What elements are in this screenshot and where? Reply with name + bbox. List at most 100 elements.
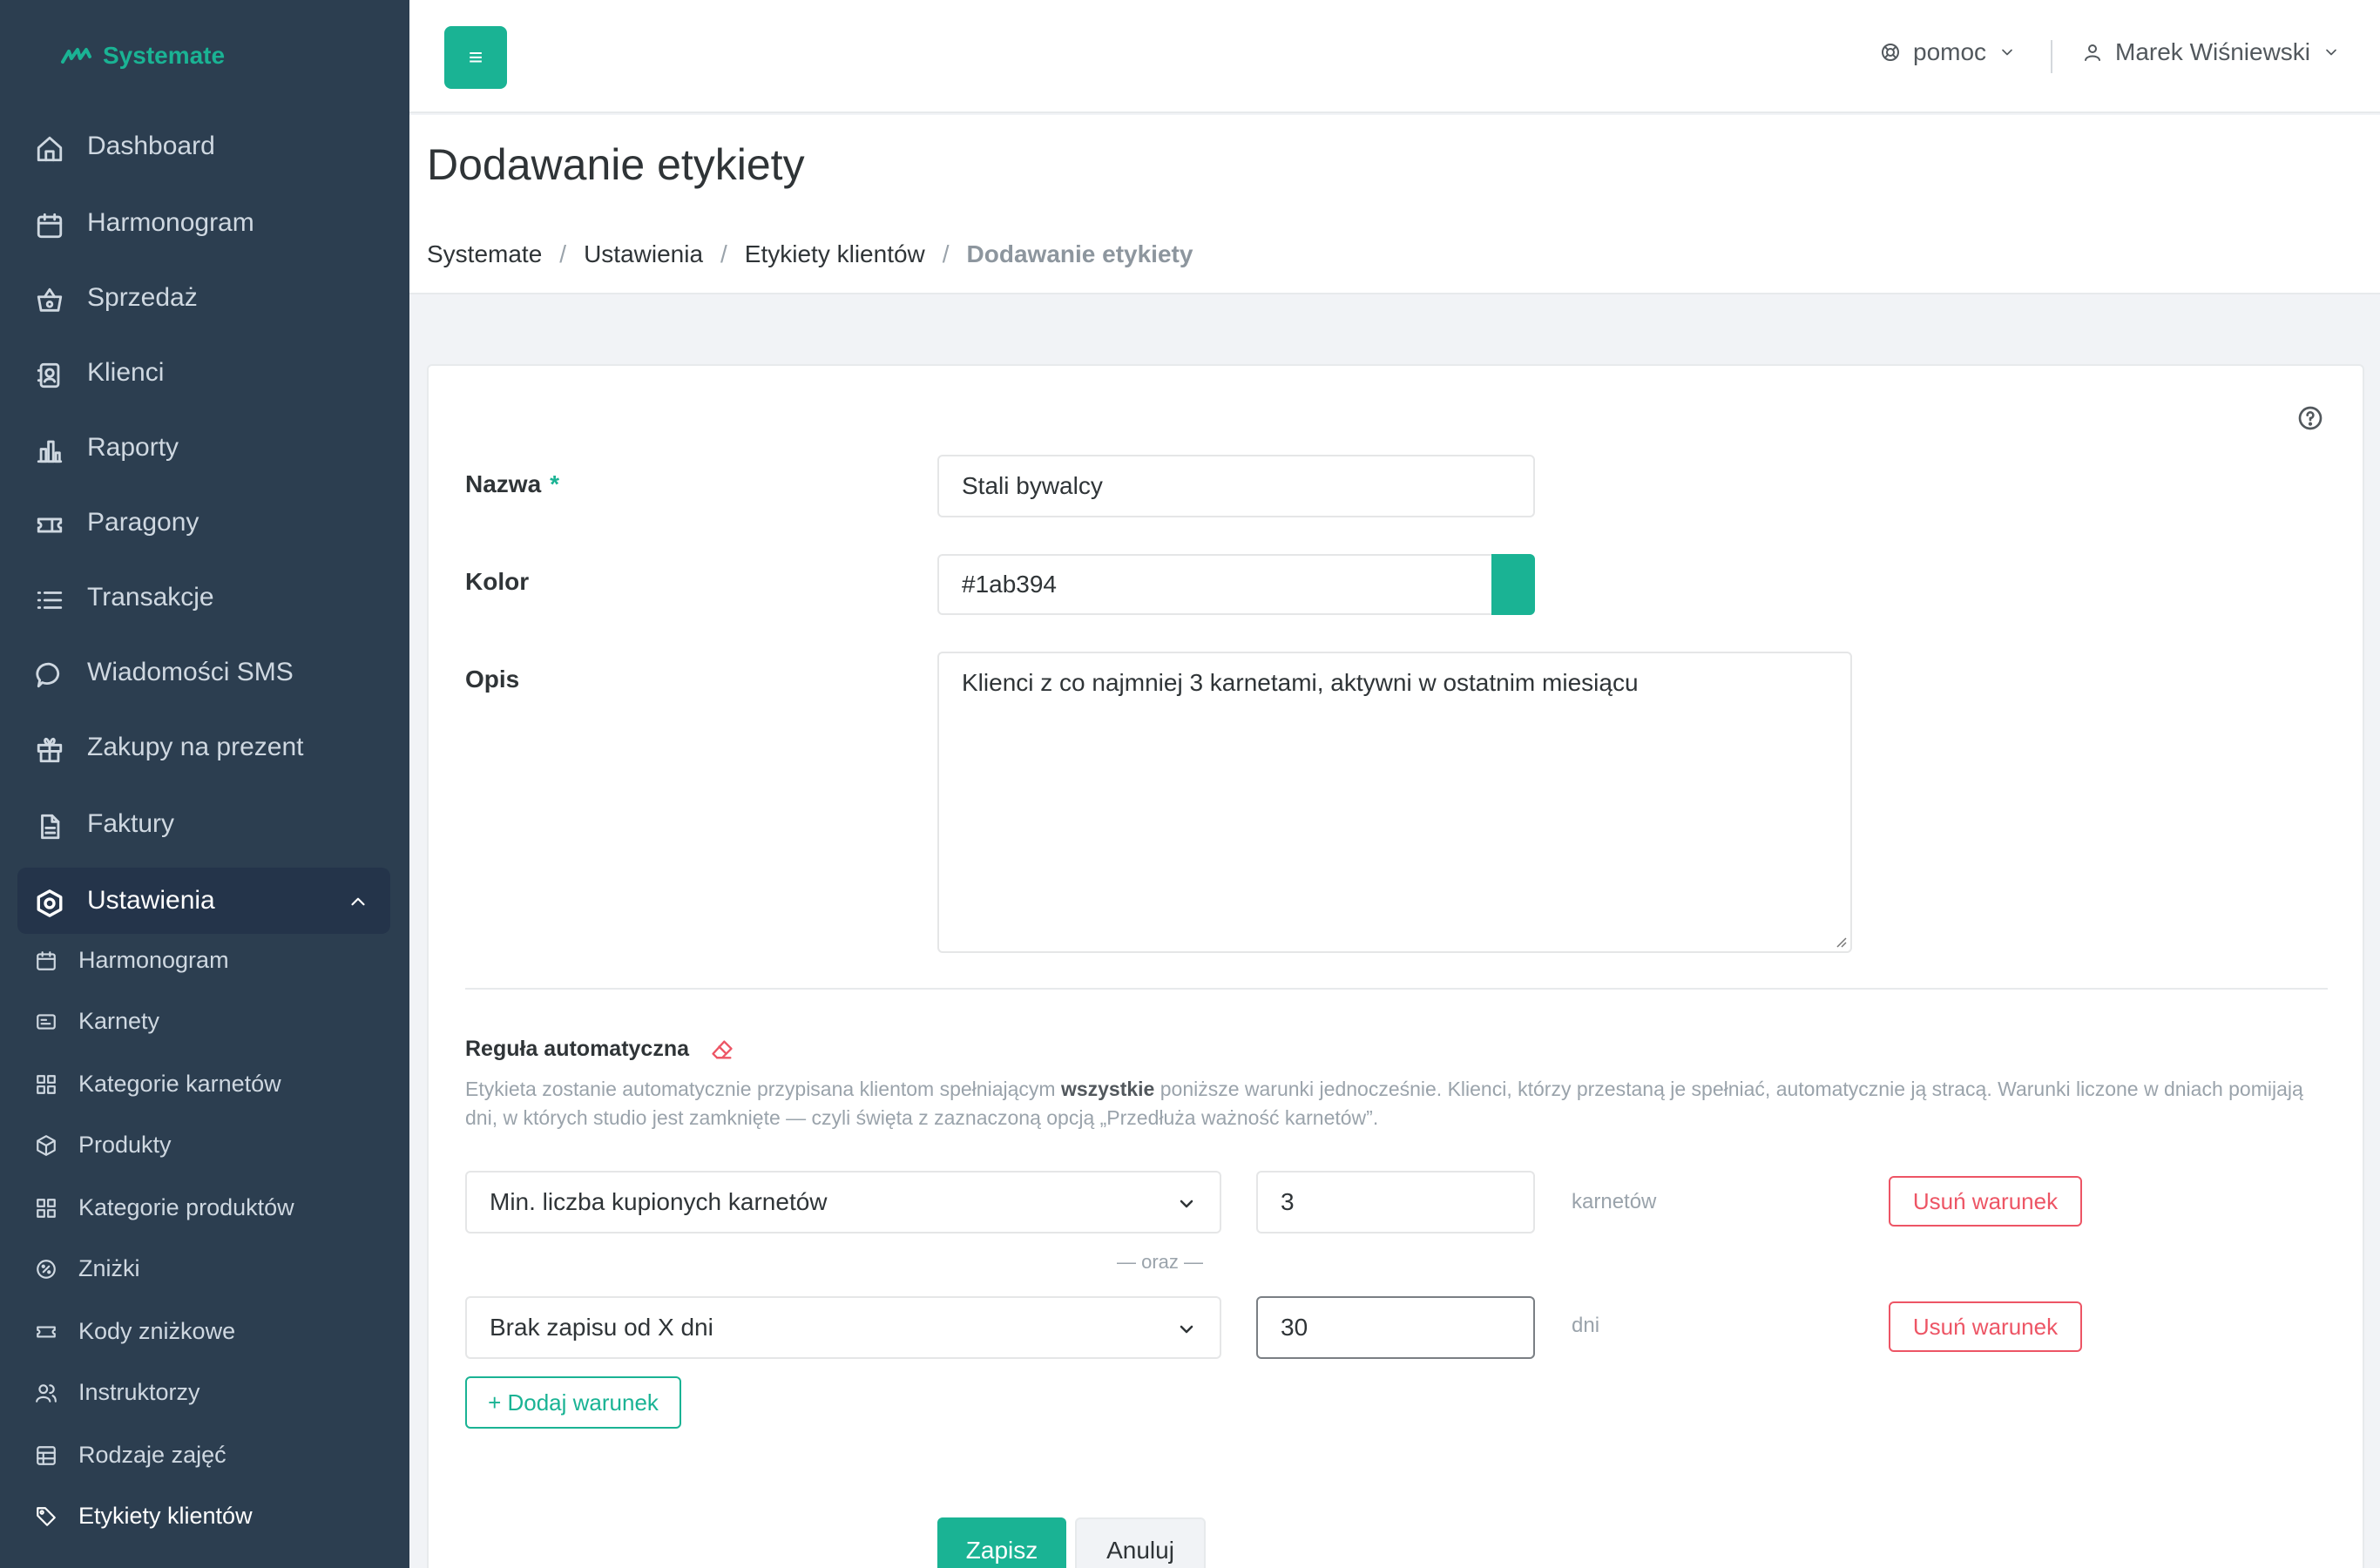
sidebar-item-prezent[interactable]: Zakupy na prezent: [17, 714, 390, 781]
document-icon: [41, 814, 60, 840]
description-textarea[interactable]: Klienci z co najmniej 3 karnetami, aktyw…: [937, 652, 1852, 953]
sidebar-subitem-label: Harmonogram: [78, 946, 229, 973]
cancel-button[interactable]: Anuluj: [1075, 1517, 1206, 1568]
breadcrumb-separator: /: [559, 240, 567, 267]
sidebar-subitem-label: Zniżki: [78, 1254, 140, 1281]
breadcrumb-link-ustawienia[interactable]: Ustawienia: [584, 240, 703, 268]
name-label: Nazwa *: [465, 470, 560, 497]
color-input[interactable]: #1ab394: [937, 554, 1493, 615]
grid-icon: [37, 1199, 56, 1218]
breadcrumb: Systemate / Ustawienia / Etykiety klient…: [427, 240, 1193, 268]
basket-icon: [37, 287, 63, 312]
sidebar-item-sprzedaz[interactable]: Sprzedaż: [17, 265, 390, 331]
help-circle-icon[interactable]: [2296, 404, 2324, 432]
condition-unit: dni: [1572, 1314, 1600, 1337]
sidebar-subitem-label: Instruktorzy: [78, 1378, 200, 1405]
save-button[interactable]: Zapisz: [937, 1517, 1066, 1568]
sidebar-subitem-kody-znizkowe[interactable]: Kody zniżkowe: [17, 1305, 390, 1357]
description-text: Klienci z co najmniej 3 karnetami, aktyw…: [962, 669, 1639, 696]
top-bar: ≡ pomoc Marek Wiśniewski: [409, 0, 2380, 113]
sidebar-subitem-kategorie-produktow[interactable]: Kategorie produktów: [17, 1181, 390, 1233]
grid-icon: [37, 1075, 56, 1094]
sidebar-subitem-rodzaje-zajec[interactable]: Rodzaje zajęć: [17, 1429, 390, 1481]
sidebar-item-label: Klienci: [87, 358, 165, 387]
sidebar-item-label: Wiadomości SMS: [87, 658, 294, 686]
sidebar-subitem-znizki[interactable]: Zniżki: [17, 1242, 390, 1294]
sidebar-item-label: Transakcje: [87, 583, 214, 612]
bar-chart-icon: [37, 440, 63, 463]
gift-icon: [37, 737, 63, 763]
help-menu[interactable]: pomoc: [1880, 38, 2016, 66]
resize-handle-icon[interactable]: [1833, 934, 1847, 948]
sidebar-item-ustawienia[interactable]: Ustawienia: [17, 868, 390, 934]
remove-condition-button[interactable]: Usuń warunek: [1889, 1176, 2082, 1227]
label-form-card: Nazwa * Stali bywalcy Kolor #1ab394 Opis …: [427, 364, 2364, 1568]
rule-title: Reguła automatyczna: [465, 1037, 734, 1062]
add-condition-button[interactable]: + Dodaj warunek: [465, 1376, 681, 1429]
user-icon: [2085, 44, 2100, 61]
card-icon: [37, 1014, 56, 1030]
condition-unit: karnetów: [1572, 1190, 1657, 1213]
chevron-down-icon: [1180, 1325, 1193, 1334]
lifebuoy-icon: [1882, 44, 1899, 61]
sidebar-subitem-kategorie-karnetow[interactable]: Kategorie karnetów: [17, 1058, 390, 1110]
app-logo[interactable]: Systemate: [61, 42, 225, 70]
sidebar-item-raporty[interactable]: Raporty: [17, 415, 390, 481]
sidebar-item-label: Faktury: [87, 809, 175, 838]
breadcrumb-link-etykiety[interactable]: Etykiety klientów: [745, 240, 925, 268]
sidebar-subitem-karnety[interactable]: Karnety: [17, 995, 390, 1047]
sidebar-item-faktury[interactable]: Faktury: [17, 791, 390, 857]
sidebar-item-klienci[interactable]: Klienci: [17, 340, 390, 406]
sidebar-item-harmonogram[interactable]: Harmonogram: [17, 190, 390, 256]
box-icon: [37, 1135, 56, 1156]
color-label: Kolor: [465, 568, 530, 595]
sidebar-item-transakcje[interactable]: Transakcje: [17, 564, 390, 631]
user-menu[interactable]: Marek Wiśniewski: [2082, 38, 2340, 66]
coupon-icon: [37, 1326, 56, 1338]
sidebar-subitem-harmonogram[interactable]: Harmonogram: [17, 934, 390, 986]
breadcrumb-current: Dodawanie etykiety: [966, 240, 1193, 267]
required-marker: *: [550, 470, 560, 497]
sidebar-subitem-label: Kategorie karnetów: [78, 1070, 281, 1097]
chevron-up-icon: [351, 897, 365, 906]
sidebar-subitem-label: Kody zniżkowe: [78, 1317, 236, 1344]
menu-toggle-button[interactable]: ≡: [444, 26, 507, 89]
sidebar-subitem-instruktorzy[interactable]: Instruktorzy: [17, 1366, 390, 1418]
sidebar-item-label: Harmonogram: [87, 208, 254, 237]
users-icon: [36, 1384, 57, 1402]
calendar-edit-icon: [37, 951, 56, 970]
sidebar-item-dashboard[interactable]: Dashboard: [17, 113, 390, 179]
chat-icon: [36, 662, 60, 688]
user-name: Marek Wiśniewski: [2115, 38, 2311, 65]
breadcrumb-separator: /: [942, 240, 950, 267]
sidebar-subitem-produkty[interactable]: Produkty: [17, 1119, 390, 1171]
remove-condition-button[interactable]: Usuń warunek: [1889, 1301, 2082, 1352]
condition-value-input[interactable]: 3: [1256, 1171, 1535, 1233]
sidebar-item-sms[interactable]: Wiadomości SMS: [17, 639, 390, 706]
sidebar-item-paragony[interactable]: Paragony: [17, 490, 390, 556]
name-input[interactable]: Stali bywalcy: [937, 455, 1535, 517]
sidebar-subitem-label: Kategorie produktów: [78, 1193, 294, 1220]
table-icon: [37, 1446, 56, 1465]
list-icon: [37, 591, 63, 609]
topbar-divider: [2051, 40, 2052, 73]
condition-type-select[interactable]: Min. liczba kupionych karnetów: [465, 1171, 1221, 1233]
breadcrumb-link-systemate[interactable]: Systemate: [427, 240, 542, 268]
sidebar: Systemate Dashboard Harmonogram Sprzedaż…: [0, 0, 409, 1568]
home-icon: [37, 136, 63, 162]
logo-icon: [61, 48, 91, 64]
color-swatch-button[interactable]: [1491, 554, 1535, 615]
condition-value-input[interactable]: 30: [1256, 1296, 1535, 1359]
sidebar-subitem-label: Produkty: [78, 1131, 172, 1158]
settings-icon: [37, 889, 63, 917]
page-title: Dodawanie etykiety: [427, 140, 805, 189]
sidebar-subitem-label: Etykiety klientów: [78, 1502, 253, 1529]
sidebar-subitem-etykiety-klientow[interactable]: Etykiety klientów: [17, 1490, 390, 1542]
chevron-down-icon: [2326, 49, 2336, 56]
eraser-icon[interactable]: [710, 1037, 734, 1062]
description-label: Opis: [465, 666, 520, 693]
section-divider: [465, 988, 2328, 990]
calendar-icon: [37, 213, 63, 239]
condition-type-select[interactable]: Brak zapisu od X dni: [465, 1296, 1221, 1359]
sidebar-item-label: Sprzedaż: [87, 283, 198, 312]
